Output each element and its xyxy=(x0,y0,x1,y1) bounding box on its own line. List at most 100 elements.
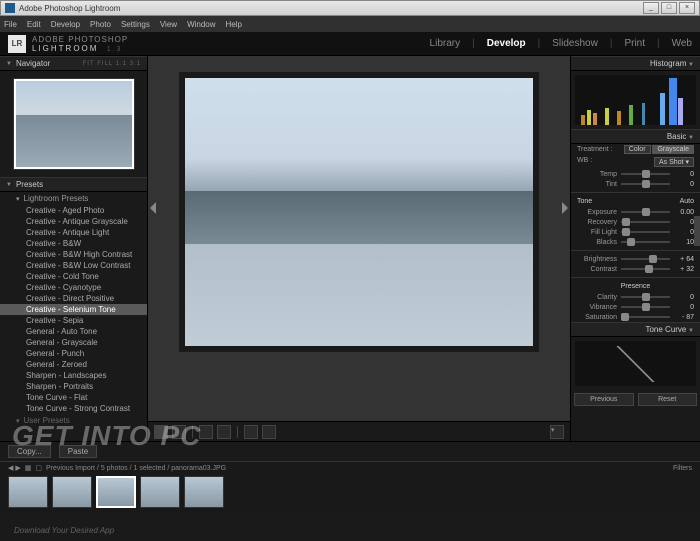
next-photo-arrow[interactable] xyxy=(562,202,568,214)
recovery-slider[interactable] xyxy=(621,218,670,226)
second-window-icon[interactable]: ▢ xyxy=(35,464,42,472)
minimize-button[interactable]: _ xyxy=(643,2,659,14)
brightness-row: Brightness+ 64 xyxy=(571,254,700,264)
preset-item[interactable]: Creative - Antique Light xyxy=(0,227,147,238)
treatment-grayscale[interactable]: Grayscale xyxy=(652,145,694,154)
close-button[interactable]: × xyxy=(679,2,695,14)
tint-slider[interactable] xyxy=(621,180,670,188)
filmstrip-nav-icon[interactable]: ◀ ▶ xyxy=(8,464,21,472)
preset-item[interactable]: Creative - B&W Low Contrast xyxy=(0,260,147,271)
menu-settings[interactable]: Settings xyxy=(121,20,150,29)
saturation-slider[interactable] xyxy=(621,313,670,321)
reset-button[interactable]: Reset xyxy=(638,393,698,406)
preset-item[interactable]: Creative - B&W High Contrast xyxy=(0,249,147,260)
menu-develop[interactable]: Develop xyxy=(51,20,80,29)
preset-item[interactable]: Creative - Sepia xyxy=(0,315,147,326)
preset-category-lightroom[interactable]: Lightroom Presets xyxy=(0,192,147,205)
filllight-row: Fill Light0 xyxy=(571,227,700,237)
brightness-slider[interactable] xyxy=(621,255,670,263)
module-slideshow[interactable]: Slideshow xyxy=(552,38,598,49)
scrollbar-thumb[interactable] xyxy=(694,216,700,246)
navigator-thumbnail[interactable] xyxy=(14,79,134,169)
clarity-row: Clarity0 xyxy=(571,292,700,302)
compare-view-icon[interactable] xyxy=(172,425,186,439)
filmstrip-thumb[interactable] xyxy=(184,476,224,508)
basic-header[interactable]: Basic xyxy=(571,129,700,144)
preset-item[interactable]: Sharpen - Landscapes xyxy=(0,370,147,381)
presets-header[interactable]: Presets xyxy=(0,177,147,192)
preset-item[interactable]: Tone Curve - Strong Contrast xyxy=(0,403,147,414)
treatment-color[interactable]: Color xyxy=(624,145,651,154)
color-label-icon[interactable] xyxy=(262,425,276,439)
preset-item[interactable]: General - Auto Tone xyxy=(0,326,147,337)
treatment-row: Treatment : Color Grayscale xyxy=(571,144,700,155)
preset-item[interactable]: General - Punch xyxy=(0,348,147,359)
preset-item[interactable]: Creative - Antique Grayscale xyxy=(0,216,147,227)
bottom-toolbar: ▾ xyxy=(148,421,570,441)
filllight-slider[interactable] xyxy=(621,228,670,236)
main-photo[interactable] xyxy=(179,72,539,352)
blacks-slider[interactable] xyxy=(621,238,670,246)
flag-icon[interactable] xyxy=(199,425,213,439)
navigator-header[interactable]: Navigator FIT FILL 1:1 3:1 xyxy=(0,56,147,71)
preset-item[interactable]: Creative - Cold Tone xyxy=(0,271,147,282)
histogram-chart xyxy=(575,75,696,125)
filmstrip-thumb[interactable] xyxy=(8,476,48,508)
module-print[interactable]: Print xyxy=(624,38,645,49)
preset-item[interactable]: General - Zeroed xyxy=(0,359,147,370)
preset-item[interactable]: Tone Curve - Flat xyxy=(0,392,147,403)
recovery-row: Recovery0 xyxy=(571,217,700,227)
module-picker: Library|Develop|Slideshow|Print|Web xyxy=(430,38,692,49)
filmstrip-thumb[interactable] xyxy=(96,476,136,508)
preset-item[interactable]: Creative - Selenium Tone xyxy=(0,304,147,315)
navigator-zoom-options[interactable]: FIT FILL 1:1 3:1 xyxy=(83,61,141,67)
preset-item[interactable]: Creative - Aged Photo xyxy=(0,205,147,216)
menu-file[interactable]: File xyxy=(4,20,17,29)
menu-edit[interactable]: Edit xyxy=(27,20,41,29)
menu-view[interactable]: View xyxy=(160,20,177,29)
previous-button[interactable]: Previous xyxy=(574,393,634,406)
menu-window[interactable]: Window xyxy=(187,20,215,29)
toolbar-menu-icon[interactable]: ▾ xyxy=(550,425,564,439)
window-titlebar: Adobe Photoshop Lightroom _ □ × xyxy=(0,0,700,16)
brand-bar: LR ADOBE PHOTOSHOP LIGHTROOM 1.3 Library… xyxy=(0,32,700,56)
temp-row: Temp0 xyxy=(571,169,700,179)
exposure-slider[interactable] xyxy=(621,208,670,216)
clarity-slider[interactable] xyxy=(621,293,670,301)
preset-item[interactable]: Creative - Direct Positive xyxy=(0,293,147,304)
tone-curve-chart[interactable] xyxy=(575,341,696,386)
paste-button[interactable]: Paste xyxy=(59,445,97,458)
module-develop[interactable]: Develop xyxy=(487,38,526,49)
contrast-slider[interactable] xyxy=(621,265,670,273)
module-library[interactable]: Library xyxy=(430,38,461,49)
loupe-view-icon[interactable] xyxy=(154,425,168,439)
maximize-button[interactable]: □ xyxy=(661,2,677,14)
rating-icon[interactable] xyxy=(244,425,258,439)
contrast-row: Contrast+ 32 xyxy=(571,264,700,274)
preset-item[interactable]: Creative - B&W xyxy=(0,238,147,249)
vibrance-slider[interactable] xyxy=(621,303,670,311)
menu-bar: File Edit Develop Photo Settings View Window He… xyxy=(0,16,700,32)
filmstrip-thumb[interactable] xyxy=(52,476,92,508)
filters-label[interactable]: Filters xyxy=(673,465,692,472)
preset-item[interactable]: Creative - Cyanotype xyxy=(0,282,147,293)
prev-photo-arrow[interactable] xyxy=(150,202,156,214)
copy-button[interactable]: Copy... xyxy=(8,445,51,458)
reject-icon[interactable] xyxy=(217,425,231,439)
histogram-header[interactable]: Histogram xyxy=(571,56,700,71)
tint-row: Tint0 xyxy=(571,179,700,189)
module-web[interactable]: Web xyxy=(672,38,692,49)
wb-row: WB : As Shot ▾ xyxy=(571,155,700,169)
preset-item[interactable]: General - Grayscale xyxy=(0,337,147,348)
wb-dropdown[interactable]: As Shot ▾ xyxy=(654,157,694,167)
auto-tone-button[interactable]: Auto xyxy=(680,198,694,205)
menu-help[interactable]: Help xyxy=(226,20,242,29)
preset-item[interactable]: Sharpen - Portraits xyxy=(0,381,147,392)
grid-icon[interactable]: ▦ xyxy=(25,464,32,472)
path-text: Previous Import / 5 photos / 1 selected … xyxy=(46,465,226,472)
preset-category-user[interactable]: User Presets xyxy=(0,414,147,427)
menu-photo[interactable]: Photo xyxy=(90,20,111,29)
tonecurve-header[interactable]: Tone Curve xyxy=(571,322,700,337)
temp-slider[interactable] xyxy=(621,170,670,178)
filmstrip-thumb[interactable] xyxy=(140,476,180,508)
